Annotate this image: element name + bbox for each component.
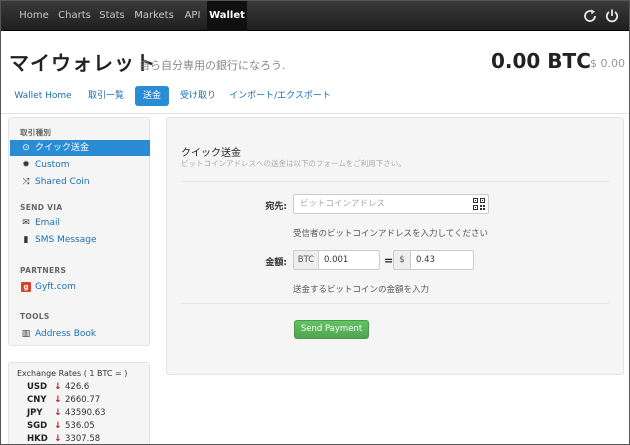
amount-help-text: 送金するビットコインの金額を入力: [293, 285, 430, 295]
qr-code-icon[interactable]: [473, 198, 485, 210]
sidebar-item-label: Custom: [35, 160, 70, 170]
arrow-down-icon: ↓: [54, 434, 62, 444]
top-navbar: Home Charts Stats Markets API Wallet: [1, 1, 629, 31]
rate-value: 536.05: [65, 421, 95, 431]
exchange-rates-panel: Exchange Rates ( 1 BTC = ) USD ↓ 426.6 C…: [8, 362, 150, 444]
sidebar: 取引種別 ⊙ クイック送金 ✹ Custom ⤨ Shared Coin SEN…: [8, 117, 150, 346]
exchange-rates-title: Exchange Rates ( 1 BTC = ): [17, 369, 128, 378]
usd-addon: $: [393, 250, 411, 270]
btc-addon: BTC: [293, 250, 319, 270]
rate-row: SGD ↓ 536.05: [9, 420, 149, 433]
arrow-down-icon: ↓: [54, 395, 62, 405]
usd-amount-input[interactable]: 0.43: [410, 250, 474, 270]
rate-value: 3307.58: [65, 434, 101, 444]
arrow-down-icon: ↓: [54, 382, 62, 392]
bitcoin-address-input[interactable]: ビットコインアドレス: [293, 194, 489, 214]
sidebar-item-label: クイック送金: [35, 143, 90, 153]
arrow-down-icon: ↓: [54, 421, 62, 431]
app-window: Home Charts Stats Markets API Wallet マイウ…: [0, 0, 630, 445]
nav-markets[interactable]: Markets: [132, 1, 176, 31]
arrow-down-icon: ↓: [54, 408, 62, 418]
header-divider: [1, 113, 629, 114]
balance-btc[interactable]: 0.00 BTC: [491, 49, 591, 73]
sidebar-item-shared-coin[interactable]: ⤨ Shared Coin: [10, 174, 150, 190]
envelope-icon: ✉: [22, 218, 30, 228]
address-help-text: 受信者のビットコインアドレスを入力してください: [293, 229, 488, 239]
book-icon: ▥: [21, 329, 31, 339]
power-icon[interactable]: [604, 8, 620, 24]
sidebar-item-label: Gyft.com: [35, 282, 76, 292]
sidebar-item-label: Email: [35, 218, 60, 228]
tab-import-export[interactable]: インポート/エクスポート: [228, 86, 332, 106]
form-divider: [181, 181, 609, 182]
page-title: マイウォレット: [9, 51, 156, 75]
page-subtitle: 自ら自分専用の銀行になろう.: [139, 59, 286, 72]
shuffle-icon: ⤨: [22, 177, 30, 187]
sidebar-heading-partners: PARTNERS: [20, 266, 67, 275]
sidebar-item-gyft[interactable]: g Gyft.com: [10, 279, 150, 295]
tab-transactions[interactable]: 取引一覧: [81, 86, 131, 106]
rate-value: 426.6: [65, 382, 90, 392]
nav-stats[interactable]: Stats: [95, 1, 129, 31]
rate-row: USD ↓ 426.6: [9, 381, 149, 394]
btc-amount-input[interactable]: 0.001: [318, 250, 380, 270]
rate-currency: JPY: [27, 408, 43, 418]
nav-charts[interactable]: Charts: [56, 1, 93, 31]
refresh-icon[interactable]: [582, 8, 598, 24]
balance-usd[interactable]: $ 0.00: [590, 57, 625, 70]
rate-row: HKD ↓ 3307.58: [9, 433, 149, 444]
equals-sign: =: [384, 254, 394, 267]
amount-label: 金額:: [265, 258, 287, 268]
rate-currency: CNY: [27, 395, 47, 405]
tab-receive[interactable]: 受け取り: [174, 86, 222, 106]
nav-api[interactable]: API: [179, 1, 206, 31]
rate-currency: SGD: [27, 421, 48, 431]
form-description: ビットコインアドレスへの送金は以下のフォームをご利用下さい。: [181, 159, 406, 168]
rate-currency: USD: [27, 382, 48, 392]
sidebar-item-sms[interactable]: ▮ SMS Message: [10, 232, 150, 248]
rate-currency: HKD: [27, 434, 48, 444]
sidebar-heading-send-via: SEND VIA: [20, 203, 63, 212]
quick-send-panel: クイック送金 ビットコインアドレスへの送金は以下のフォームをご利用下さい。 宛先…: [166, 117, 624, 375]
target-icon: ⊙: [22, 143, 30, 153]
sidebar-heading-types: 取引種別: [20, 128, 52, 137]
sidebar-item-address-book[interactable]: ▥ Address Book: [10, 326, 150, 342]
sidebar-item-email[interactable]: ✉ Email: [10, 215, 150, 231]
rate-row: CNY ↓ 2660.77: [9, 394, 149, 407]
sidebar-item-label: SMS Message: [35, 235, 97, 245]
rate-value: 43590.63: [65, 408, 106, 418]
sidebar-item-label: Shared Coin: [35, 177, 90, 187]
to-label: 宛先:: [265, 202, 287, 212]
rate-row: JPY ↓ 43590.63: [9, 407, 149, 420]
sidebar-item-quick-send[interactable]: ⊙ クイック送金: [10, 140, 150, 156]
phone-icon: ▮: [23, 235, 29, 245]
sidebar-heading-tools: TOOLS: [20, 312, 50, 321]
form-title: クイック送金: [181, 148, 241, 159]
gyft-icon: g: [21, 282, 31, 292]
gear-icon: ✹: [22, 160, 30, 170]
sidebar-item-custom[interactable]: ✹ Custom: [10, 157, 150, 173]
nav-home[interactable]: Home: [14, 1, 54, 31]
tab-send[interactable]: 送金: [135, 86, 169, 106]
sidebar-item-label: Address Book: [35, 329, 97, 339]
tab-wallet-home[interactable]: Wallet Home: [11, 86, 75, 106]
form-divider: [181, 303, 609, 304]
send-payment-button[interactable]: Send Payment: [294, 320, 369, 339]
nav-wallet[interactable]: Wallet: [207, 1, 247, 31]
rate-value: 2660.77: [65, 395, 101, 405]
